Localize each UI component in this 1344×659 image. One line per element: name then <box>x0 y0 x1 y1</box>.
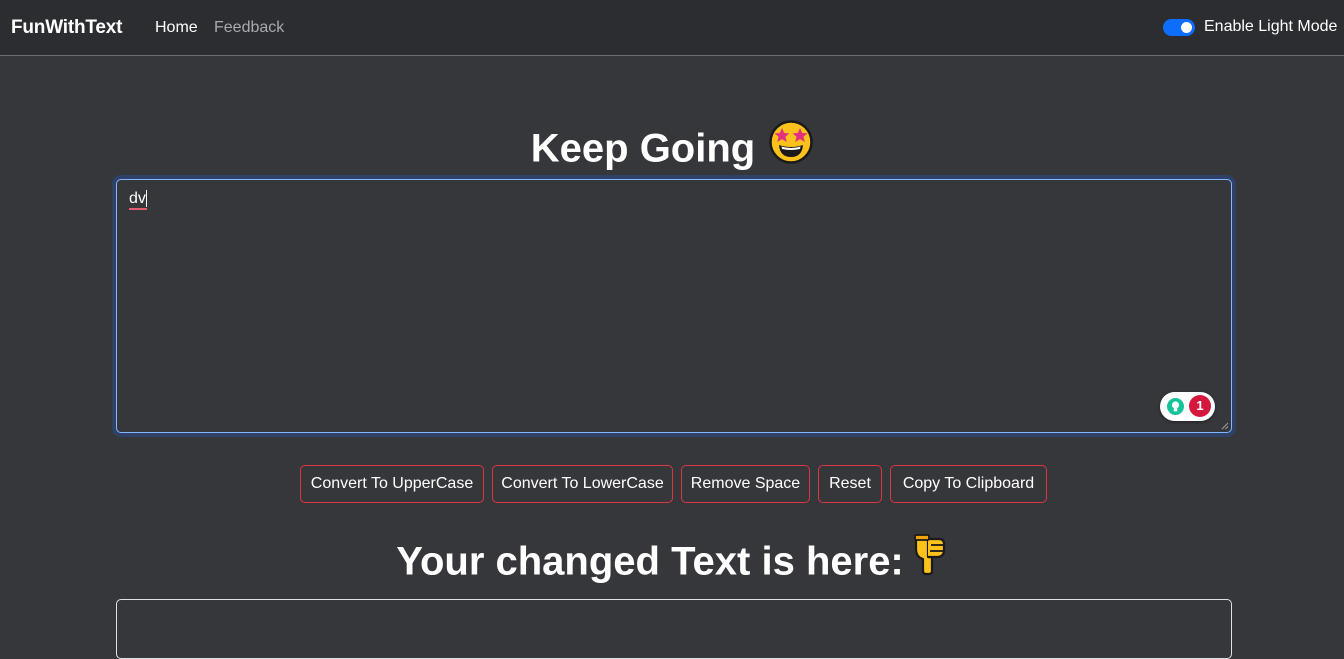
copy-to-clipboard-button[interactable]: Copy To Clipboard <box>890 465 1047 503</box>
star-struck-emoji-icon <box>769 120 813 174</box>
navbar: FunWithText Home Feedback Enable Light M… <box>0 0 1344 56</box>
remove-space-button[interactable]: Remove Space <box>681 465 810 503</box>
light-mode-toggle[interactable] <box>1163 19 1195 36</box>
page-title-text: Keep Going <box>530 126 756 171</box>
nav-link-feedback[interactable]: Feedback <box>214 19 284 37</box>
grammar-bulb-icon <box>1167 398 1184 415</box>
text-input-area[interactable]: dv 1 <box>116 179 1232 433</box>
page-title: Keep Going <box>0 120 1344 178</box>
pointing-down-emoji-icon <box>912 533 948 587</box>
grammar-checker-widget[interactable]: 1 <box>1160 392 1215 421</box>
reset-button[interactable]: Reset <box>818 465 882 503</box>
result-output-box <box>116 599 1232 659</box>
result-heading: Your changed Text is here: <box>0 534 1344 591</box>
result-heading-text: Your changed Text is here: <box>396 539 904 584</box>
grammar-issue-count-badge: 1 <box>1189 395 1211 417</box>
brand-logo[interactable]: FunWithText <box>11 17 122 39</box>
light-mode-label[interactable]: Enable Light Mode <box>1204 18 1337 36</box>
toggle-knob <box>1181 22 1192 33</box>
lowercase-button[interactable]: Convert To LowerCase <box>492 465 673 503</box>
text-caret <box>145 190 147 207</box>
resize-grip-icon[interactable] <box>1221 422 1229 430</box>
textarea-value[interactable]: dv <box>129 190 147 210</box>
nav-link-home[interactable]: Home <box>155 19 198 37</box>
uppercase-button[interactable]: Convert To UpperCase <box>300 465 484 503</box>
